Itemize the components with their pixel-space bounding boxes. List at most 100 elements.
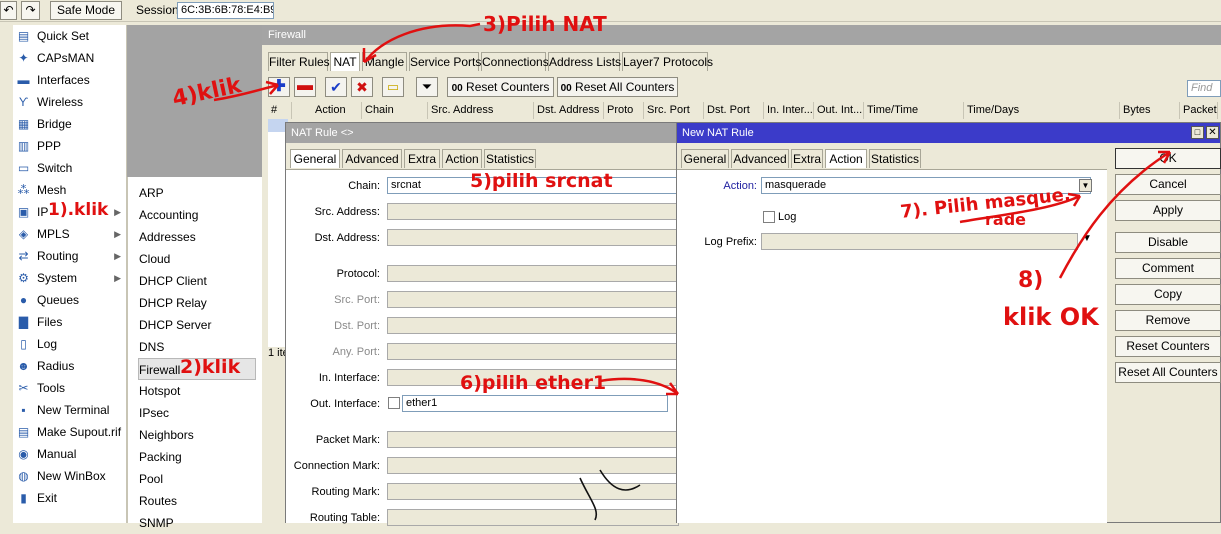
- tab-connections[interactable]: Connections: [481, 52, 549, 71]
- submenu-item-dhcp-server[interactable]: DHCP Server: [139, 314, 257, 336]
- menu-item-quick-set[interactable]: ▤ Quick Set: [13, 25, 127, 47]
- log-prefix-field[interactable]: [761, 233, 1078, 250]
- maximize-icon[interactable]: □: [1191, 126, 1204, 139]
- tab-filter-rules[interactable]: Filter Rules: [268, 52, 330, 71]
- column-header[interactable]: Dst. Port: [704, 102, 764, 119]
- menu-item-wireless[interactable]: ϒ Wireless: [13, 91, 127, 113]
- menu-item-new-winbox[interactable]: ◍ New WinBox: [13, 465, 127, 487]
- menu-item-capsman[interactable]: ✦ CAPsMAN: [13, 47, 127, 69]
- out-interface-select[interactable]: ether1: [402, 395, 668, 412]
- routing-table-field[interactable]: [387, 509, 679, 526]
- packet-mark-field[interactable]: [387, 431, 679, 448]
- connection-mark-field[interactable]: [387, 457, 679, 474]
- menu-item-radius[interactable]: ☻ Radius: [13, 355, 127, 377]
- log-checkbox[interactable]: [763, 211, 775, 223]
- remove-button[interactable]: Remove: [1115, 310, 1221, 331]
- action-dropdown-icon[interactable]: ▼: [1079, 179, 1092, 192]
- reset-counters-button[interactable]: 00 Reset Counters: [447, 77, 554, 97]
- tab-mangle[interactable]: Mangle: [362, 52, 407, 71]
- submenu-item-arp[interactable]: ARP: [139, 182, 257, 204]
- submenu-item-ipsec[interactable]: IPsec: [139, 402, 257, 424]
- tab-action[interactable]: Action: [825, 149, 867, 168]
- tab-address-lists[interactable]: Address Lists: [548, 52, 621, 71]
- column-header[interactable]: Dst. Address: [534, 102, 604, 119]
- menu-item-tools[interactable]: ✂ Tools: [13, 377, 127, 399]
- submenu-item-accounting[interactable]: Accounting: [139, 204, 257, 226]
- column-header[interactable]: Src. Port: [644, 102, 704, 119]
- comment-icon[interactable]: ▭: [382, 77, 404, 97]
- src-address-field[interactable]: [387, 203, 679, 220]
- menu-item-interfaces[interactable]: ▬ Interfaces: [13, 69, 127, 91]
- submenu-item-packing[interactable]: Packing: [139, 446, 257, 468]
- tab-advanced[interactable]: Advanced: [342, 149, 402, 168]
- column-header[interactable]: Src. Address: [428, 102, 534, 119]
- tab-statistics[interactable]: Statistics: [484, 149, 536, 168]
- comment-button[interactable]: Comment: [1115, 258, 1221, 279]
- disable-icon[interactable]: ✖: [351, 77, 373, 97]
- submenu-item-neighbors[interactable]: Neighbors: [139, 424, 257, 446]
- reset-counters-button[interactable]: Reset Counters: [1115, 336, 1221, 357]
- column-header[interactable]: Chain: [362, 102, 428, 119]
- submenu-item-addresses[interactable]: Addresses: [139, 226, 257, 248]
- find-input[interactable]: Find: [1187, 80, 1221, 97]
- submenu-item-dhcp-relay[interactable]: DHCP Relay: [139, 292, 257, 314]
- column-header[interactable]: In. Inter...: [764, 102, 814, 119]
- any-port-field[interactable]: [387, 343, 679, 360]
- tab-nat[interactable]: NAT: [330, 52, 360, 71]
- tab-statistics[interactable]: Statistics: [869, 149, 921, 168]
- tab-general[interactable]: General: [290, 149, 340, 168]
- column-header[interactable]: Out. Int...: [814, 102, 864, 119]
- submenu-item-snmp[interactable]: SNMP: [139, 512, 257, 534]
- column-header[interactable]: Time/Days: [964, 102, 1120, 119]
- add-icon[interactable]: ✚: [268, 77, 290, 97]
- menu-item-queues[interactable]: ● Queues: [13, 289, 127, 311]
- menu-item-files[interactable]: ▇ Files: [13, 311, 127, 333]
- out-interface-invert-checkbox[interactable]: [388, 397, 400, 409]
- menu-item-new-terminal[interactable]: ▪ New Terminal: [13, 399, 127, 421]
- routing-mark-field[interactable]: [387, 483, 679, 500]
- filter-icon[interactable]: ⏷: [416, 77, 438, 97]
- cancel-button[interactable]: Cancel: [1115, 174, 1221, 195]
- menu-item-system[interactable]: ⚙ System ▶: [13, 267, 127, 289]
- submenu-item-dns[interactable]: DNS: [139, 336, 257, 358]
- submenu-item-hotspot[interactable]: Hotspot: [139, 380, 257, 402]
- tab-extra[interactable]: Extra: [404, 149, 440, 168]
- column-header[interactable]: Packets: [1180, 102, 1218, 119]
- dst-address-field[interactable]: [387, 229, 679, 246]
- src-port-field[interactable]: [387, 291, 679, 308]
- copy-button[interactable]: Copy: [1115, 284, 1221, 305]
- column-header[interactable]: Bytes: [1120, 102, 1180, 119]
- protocol-field[interactable]: [387, 265, 679, 282]
- menu-item-mpls[interactable]: ◈ MPLS ▶: [13, 223, 127, 245]
- menu-item-ppp[interactable]: ▥ PPP: [13, 135, 127, 157]
- column-header[interactable]: Action: [312, 102, 362, 119]
- submenu-item-dhcp-client[interactable]: DHCP Client: [139, 270, 257, 292]
- menu-item-manual[interactable]: ◉ Manual: [13, 443, 127, 465]
- menu-item-make-supout-rif[interactable]: ▤ Make Supout.rif: [13, 421, 127, 443]
- submenu-item-pool[interactable]: Pool: [139, 468, 257, 490]
- menu-item-exit[interactable]: ▮ Exit: [13, 487, 127, 509]
- column-header[interactable]: #: [268, 102, 292, 119]
- tab-advanced[interactable]: Advanced: [731, 149, 789, 168]
- menu-item-routing[interactable]: ⇄ Routing ▶: [13, 245, 127, 267]
- disable-button[interactable]: Disable: [1115, 232, 1221, 253]
- safe-mode-button[interactable]: Safe Mode: [50, 1, 122, 20]
- ok-button[interactable]: OK: [1115, 148, 1221, 169]
- tab-extra[interactable]: Extra: [791, 149, 823, 168]
- tab-layer7-protocols[interactable]: Layer7 Protocols: [622, 52, 713, 71]
- apply-button[interactable]: Apply: [1115, 200, 1221, 221]
- menu-item-log[interactable]: ▯ Log: [13, 333, 127, 355]
- submenu-item-routes[interactable]: Routes: [139, 490, 257, 512]
- log-prefix-dropdown-icon[interactable]: ▼: [1082, 233, 1092, 244]
- close-icon[interactable]: ✕: [1206, 126, 1219, 139]
- reset-all-counters-button[interactable]: 00 Reset All Counters: [557, 77, 678, 97]
- enable-icon[interactable]: ✔: [325, 77, 347, 97]
- tab-action[interactable]: Action: [442, 149, 482, 168]
- menu-item-bridge[interactable]: ▦ Bridge: [13, 113, 127, 135]
- reset-all-counters-button[interactable]: Reset All Counters: [1115, 362, 1221, 383]
- submenu-item-cloud[interactable]: Cloud: [139, 248, 257, 270]
- undo-icon[interactable]: ↶: [0, 1, 17, 20]
- redo-icon[interactable]: ↷: [21, 1, 40, 20]
- dst-port-field[interactable]: [387, 317, 679, 334]
- remove-icon[interactable]: ▬: [294, 77, 316, 97]
